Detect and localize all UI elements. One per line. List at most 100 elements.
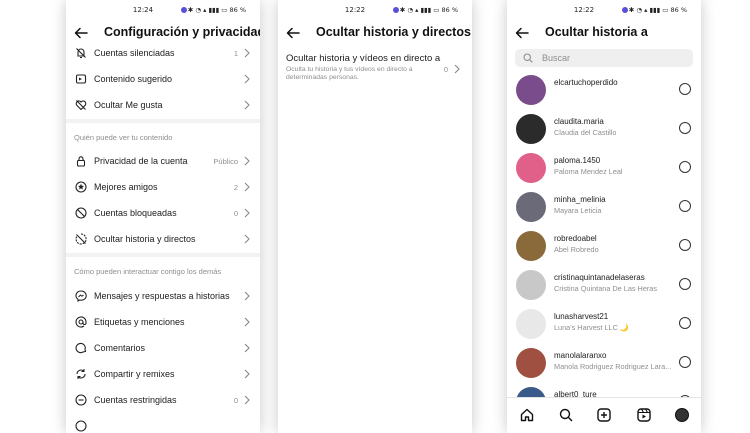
back-arrow-icon[interactable] <box>286 26 300 40</box>
divider <box>66 119 260 123</box>
status-bar: 12:22 ✱ ◔ ▴ ▮▮▮ ▭ 86 % <box>278 6 472 16</box>
chevron-right-icon <box>454 64 460 74</box>
avatar <box>516 231 546 261</box>
at-icon <box>75 316 87 328</box>
row-comments[interactable]: Comentarios <box>66 336 260 362</box>
row-label: Etiquetas y menciones <box>94 317 185 327</box>
row-account-privacy[interactable]: Privacidad de la cuenta Público <box>66 149 260 175</box>
back-arrow-icon[interactable] <box>74 26 88 40</box>
username: robredoabel <box>554 234 597 243</box>
avatar <box>516 192 546 222</box>
avatar <box>516 270 546 300</box>
notification-dot-icon <box>181 7 187 13</box>
select-radio[interactable] <box>679 200 691 212</box>
select-radio[interactable] <box>679 83 691 95</box>
header: Ocultar historia y directos <box>278 22 472 46</box>
avatar <box>516 75 546 105</box>
row-share-remix[interactable]: Compartir y remixes <box>66 362 260 388</box>
settings-screen: 12:24 ✱ ◔ ▴ ▮▮▮ ▭ 86 % Configuración y p… <box>66 0 260 433</box>
select-radio[interactable] <box>679 161 691 173</box>
messenger-icon <box>75 290 87 302</box>
username: lunasharvest21 <box>554 312 609 321</box>
row-label: Cuentas bloqueadas <box>94 208 177 218</box>
chevron-right-icon <box>244 182 250 192</box>
select-radio[interactable] <box>679 356 691 368</box>
user-row[interactable]: cristinaquintanadelaseras Cristina Quinta… <box>507 267 701 305</box>
full-name: Luna's Harvest LLC 🌙 <box>554 323 629 332</box>
row-hide-story-live[interactable]: Ocultar historia y directos <box>66 227 260 253</box>
back-arrow-icon[interactable] <box>515 26 529 40</box>
row-label: Cuentas restringidas <box>94 395 177 405</box>
select-radio[interactable] <box>679 239 691 251</box>
status-icons: ✱ ◔ ▴ ▮▮▮ ▭ 86 % <box>187 6 246 14</box>
hide-story-from-option[interactable]: Ocultar historia y vídeos en directo a O… <box>286 53 464 87</box>
chevron-right-icon <box>244 208 250 218</box>
profile-avatar-icon[interactable] <box>675 408 689 422</box>
username: elcartuchoperdido <box>554 78 618 87</box>
comment-icon <box>75 342 87 354</box>
select-radio[interactable] <box>679 122 691 134</box>
username: claudita.maria <box>554 117 604 126</box>
row-hide-likes[interactable]: Ocultar Me gusta <box>66 93 260 119</box>
hide-story-screen: 12:22 ✱ ◔ ▴ ▮▮▮ ▭ 86 % Ocultar historia … <box>278 0 472 433</box>
row-label: Cuentas silenciadas <box>94 48 175 58</box>
status-bar: 12:22 ✱ ◔ ▴ ▮▮▮ ▭ 86 % <box>507 6 701 16</box>
user-row[interactable]: manolalaranxo Manola Rodriguez Rodriguez … <box>507 345 701 383</box>
user-row[interactable]: lunasharvest21 Luna's Harvest LLC 🌙 <box>507 306 701 344</box>
block-icon <box>75 207 87 219</box>
row-value: 0 <box>233 396 238 405</box>
row-value: Público <box>213 157 238 166</box>
select-radio[interactable] <box>679 317 691 329</box>
search-tab-icon[interactable] <box>559 408 573 422</box>
user-row[interactable]: claudita.maria Claudia del Castillo <box>507 111 701 149</box>
row-label: Ocultar Me gusta <box>94 100 163 110</box>
row-muted-accounts[interactable]: Cuentas silenciadas 1 <box>66 41 260 67</box>
row-label: Compartir y remixes <box>94 369 175 379</box>
hide-story-icon <box>75 233 87 245</box>
user-row[interactable]: paloma.1450 Paloma Mendez Leal <box>507 150 701 188</box>
chevron-right-icon <box>244 291 250 301</box>
chevron-right-icon <box>244 343 250 353</box>
mute-icon <box>76 48 86 59</box>
user-row[interactable]: minha_melinia Mayara Leticia <box>507 189 701 227</box>
row-blocked-accounts[interactable]: Cuentas bloqueadas 0 <box>66 201 260 227</box>
limit-icon <box>75 420 87 432</box>
row-messages-replies[interactable]: Mensajes y respuestas a historias <box>66 284 260 310</box>
full-name: Cristina Quintana De Las Heras <box>554 284 658 293</box>
full-name: Paloma Mendez Leal <box>554 167 623 176</box>
create-post-icon[interactable] <box>597 408 611 422</box>
avatar <box>516 114 546 144</box>
row-tags-mentions[interactable]: Etiquetas y menciones <box>66 310 260 336</box>
row-suggested-content[interactable]: Contenido sugerido <box>66 67 260 93</box>
battery-level: 86 % <box>441 6 458 14</box>
select-radio[interactable] <box>679 278 691 290</box>
section-header-visibility: Quién puede ver tu contenido <box>74 133 173 142</box>
row-label: Mejores amigos <box>94 182 158 192</box>
reels-icon[interactable] <box>637 408 651 422</box>
hide-likes-icon <box>75 100 87 111</box>
chevron-right-icon <box>244 156 250 166</box>
row-label: Ocultar historia y directos <box>94 234 196 244</box>
section-header-interactions: Cómo pueden interactuar contigo los demá… <box>74 267 222 276</box>
page-title: Ocultar historia a <box>545 25 648 39</box>
row-restricted-accounts[interactable]: Cuentas restringidas 0 <box>66 388 260 414</box>
username: cristinaquintanadelaseras <box>554 273 645 282</box>
option-count: 0 <box>443 65 448 74</box>
status-bar: 12:24 ✱ ◔ ▴ ▮▮▮ ▭ 86 % <box>66 6 260 16</box>
home-icon[interactable] <box>520 408 534 422</box>
lock-icon <box>76 156 86 167</box>
search-icon <box>523 53 533 63</box>
header: Ocultar historia a <box>507 22 701 46</box>
chevron-right-icon <box>244 395 250 405</box>
row-close-friends[interactable]: Mejores amigos 2 <box>66 175 260 201</box>
hide-story-from-screen: 12:22 ✱ ◔ ▴ ▮▮▮ ▭ 86 % Ocultar historia … <box>507 0 701 433</box>
chevron-right-icon <box>244 234 250 244</box>
divider <box>66 253 260 257</box>
option-heading: Ocultar historia y vídeos en directo a <box>286 53 441 64</box>
user-row[interactable]: elcartuchoperdido <box>507 72 701 110</box>
username: minha_melinia <box>554 195 606 204</box>
row-partial-next <box>66 414 260 433</box>
row-label: Contenido sugerido <box>94 74 173 84</box>
user-row[interactable]: robredoabel Abel Robredo <box>507 228 701 266</box>
search-input[interactable]: Buscar <box>515 49 693 67</box>
